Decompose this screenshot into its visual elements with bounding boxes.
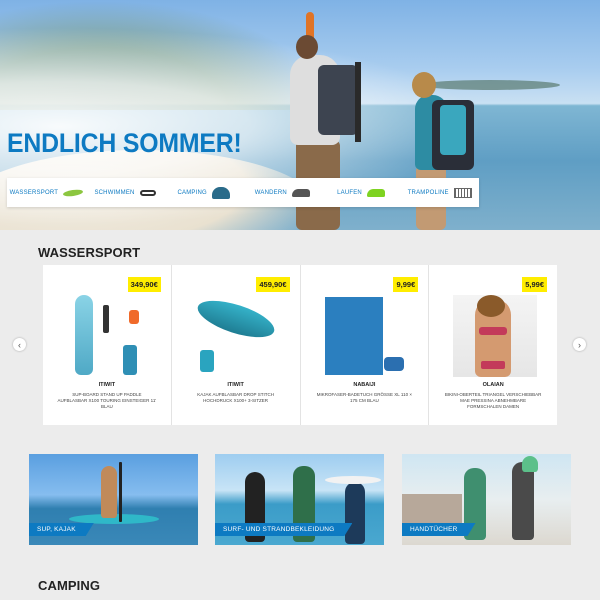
paddle-board-icon [62,188,84,197]
tent-icon [211,186,230,199]
promo-label: HANDTÜCHER [402,523,476,536]
product-carousel: 349,90€ ITIWIT SUP-BOARD STAND UP PADDLE… [43,265,557,425]
category-strip: WASSERSPORT SCHWIMMEN CAMPING WANDERN LA… [7,178,479,207]
product-brand: NABAIJI [353,382,376,388]
carousel-next-button[interactable]: › [573,338,586,351]
category-laufen[interactable]: LAUFEN [322,178,401,207]
category-label: CAMPING [177,189,207,196]
product-description[interactable]: SUP-BOARD STAND UP PADDLE AUFBLASBAR X10… [57,392,157,410]
category-wandern[interactable]: WANDERN [243,178,322,207]
product-description[interactable]: MIKROFASER-BADETUCH GRÖSSE XL 110 × 175 … [315,392,415,404]
promo-image-surfer-3 [345,482,365,544]
product-brand: ITIWIT [98,382,116,388]
promo-image-paddler [101,466,117,518]
category-label: WANDERN [254,189,287,196]
price-badge: 9,99€ [393,277,419,292]
promo-image-paddle [119,462,122,522]
product-card[interactable]: 9,99€ NABAIJI MIKROFASER-BADETUCH GRÖSSE… [300,265,429,425]
product-image-bag [123,345,137,375]
hiking-shoe-icon [291,188,310,197]
promo-image-surfboard [325,476,381,484]
promo-label: SUP, KAJAK [29,523,94,536]
hero-backpack-1 [318,65,358,135]
product-image-towel [324,297,383,375]
price-badge: 459,90€ [256,277,290,292]
section-title-wassersport: WASSERSPORT [38,245,141,260]
product-card[interactable]: 349,90€ ITIWIT SUP-BOARD STAND UP PADDLE… [43,265,171,425]
product-image-leash [129,310,139,324]
product-image-towel-pouch [383,357,404,371]
hero-person-1-head [296,35,318,59]
product-brand: OLAIAN [482,382,504,388]
category-label: TRAMPOLINE [407,189,449,196]
product-card[interactable]: 5,99€ OLAIAN BIKINI-OBERTEIL TRIANGEL VE… [429,265,557,425]
category-wassersport[interactable]: WASSERSPORT [7,178,86,207]
hero-backpack-2-stripe [440,105,466,155]
hero-paddle-2 [355,62,361,142]
category-trampoline[interactable]: TRAMPOLINE [400,178,479,207]
chevron-right-icon: › [578,339,581,350]
product-image-kayak [193,293,279,345]
category-schwimmen[interactable]: SCHWIMMEN [86,178,165,207]
promo-label: SURF- UND STRANDBEKLEIDUNG [215,523,352,536]
swim-goggles-icon [139,189,156,196]
promo-tile-handtuecher[interactable]: HANDTÜCHER [402,454,571,545]
product-description[interactable]: KAJAK AUFBLASBAR DROP STITCH HOCHDRUCK X… [186,392,286,404]
promo-tile-surf[interactable]: SURF- UND STRANDBEKLEIDUNG [215,454,384,545]
product-image-bikini-top [479,327,508,335]
price-badge: 349,90€ [127,277,161,292]
product-image-sup-board [75,295,93,375]
running-shoe-icon [366,188,385,197]
promo-tile-sup-kajak[interactable]: SUP, KAJAK [29,454,198,545]
carousel-prev-button[interactable]: ‹ [13,338,26,351]
product-card[interactable]: 459,90€ ITIWIT KAJAK AUFBLASBAR DROP STI… [171,265,300,425]
category-label: SCHWIMMEN [94,189,135,196]
promo-image-person-2 [512,462,534,540]
price-badge: 5,99€ [522,277,547,292]
product-image-kayak-bag [199,350,214,372]
product-image-paddle [103,305,109,333]
promo-image-building [402,494,462,524]
category-label: WASSERSPORT [9,189,59,196]
category-camping[interactable]: CAMPING [164,178,243,207]
product-image-bikini-bottom [481,361,506,369]
product-brand: ITIWIT [227,382,244,388]
trampoline-icon [453,187,472,198]
hero-title: ENDLICH SOMMER! [7,128,242,158]
hero-person-2-head [412,72,436,98]
product-description[interactable]: BIKINI-OBERTEIL TRIANGEL VERSCHIEBBAR MA… [443,392,543,410]
category-label: LAUFEN [337,189,362,196]
chevron-left-icon: ‹ [18,339,21,350]
promo-image-towel [522,456,538,472]
section-title-camping: CAMPING [38,578,101,593]
